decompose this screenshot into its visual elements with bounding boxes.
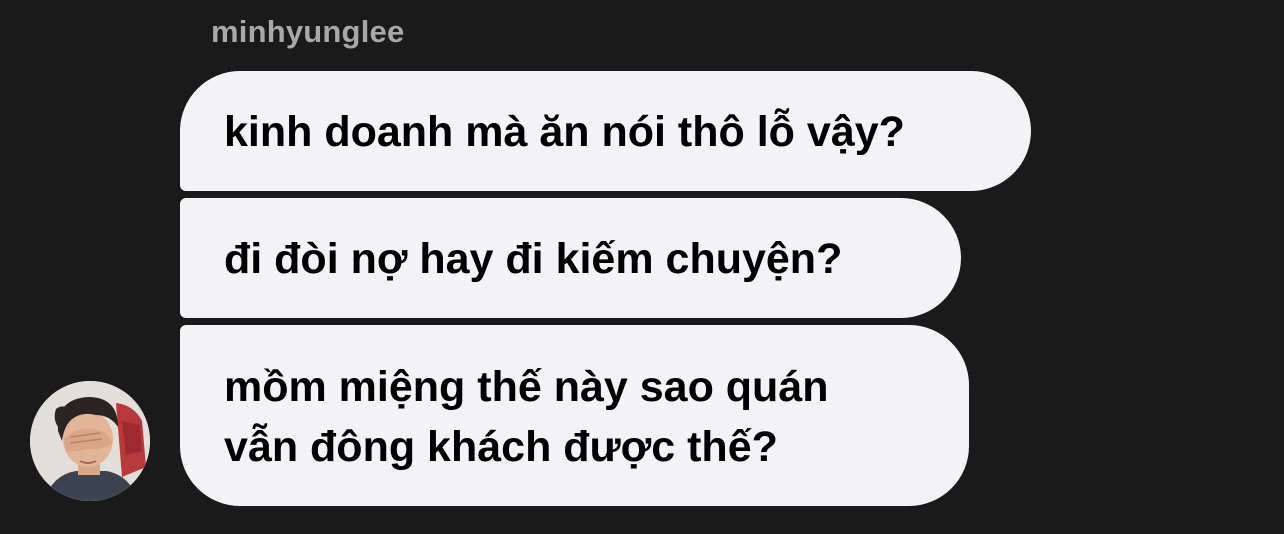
message-text-line: vẫn đông khách được thế?	[224, 423, 778, 471]
sender-avatar[interactable]	[30, 381, 150, 501]
sender-name[interactable]: minhyunglee	[211, 14, 404, 50]
message-text: kinh doanh mà ăn nói thô lỗ vậy?	[224, 108, 905, 156]
message-bubble[interactable]: đi đòi nợ hay đi kiếm chuyện?	[180, 198, 961, 318]
avatar-icon	[30, 381, 150, 501]
message-bubble[interactable]: kinh doanh mà ăn nói thô lỗ vậy?	[180, 71, 1031, 191]
message-text-line: mồm miệng thế này sao quán	[224, 363, 829, 411]
message-text: đi đòi nợ hay đi kiếm chuyện?	[224, 235, 843, 283]
message-bubble[interactable]: mồm miệng thế này sao quán vẫn đông khác…	[180, 325, 969, 506]
